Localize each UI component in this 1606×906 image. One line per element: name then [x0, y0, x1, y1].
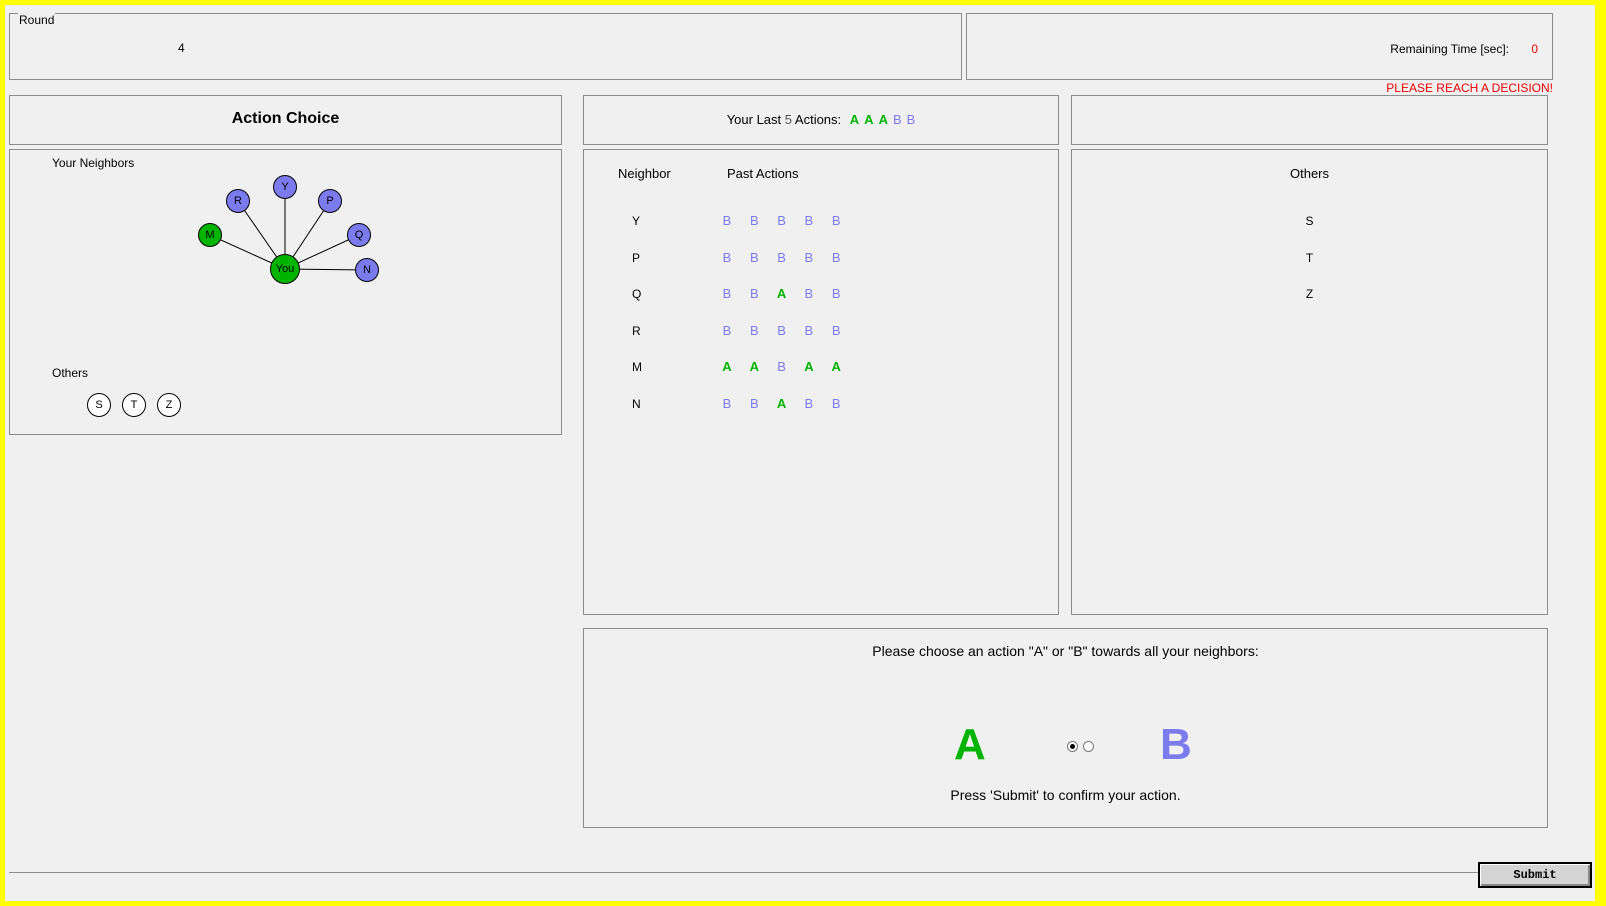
history-action: A [831, 359, 841, 374]
history-action: B [804, 286, 814, 301]
history-col-neighbor: Neighbor [618, 166, 671, 181]
history-neighbor-name: N [632, 396, 641, 411]
history-action: B [777, 249, 786, 265]
history-neighbor-name: Q [632, 287, 642, 301]
remaining-time-label: Remaining Time [sec]: [1390, 42, 1509, 56]
history-action: B [831, 322, 841, 338]
history-action: B [749, 249, 759, 265]
history-action: A [804, 359, 814, 374]
history-action: B [722, 395, 732, 411]
history-action: A [749, 359, 759, 374]
history-action: B [804, 249, 814, 265]
last-actions-line: Your Last 5 Actions: AAABB [584, 112, 1058, 127]
choice-panel: Please choose an action "A" or "B" towar… [583, 628, 1548, 828]
last-action-item: B [906, 112, 916, 127]
option-b-label: B [1160, 720, 1192, 769]
history-action: B [777, 213, 786, 228]
time-panel: Remaining Time [sec]: 0 [966, 13, 1553, 80]
history-action: B [777, 359, 786, 374]
round-panel: Round 4 [9, 13, 962, 80]
others-list-item: Z [1305, 287, 1314, 301]
other-node-s: S [87, 393, 111, 417]
history-action: A [722, 359, 732, 374]
history-neighbor-name: Y [632, 214, 641, 228]
round-label: Round [18, 13, 56, 27]
others-label: Others [52, 366, 89, 380]
last-action-item: B [892, 112, 902, 127]
you-node: You [270, 254, 300, 284]
history-action: B [722, 286, 732, 301]
history-action: B [749, 395, 759, 411]
last-actions-header: Your Last 5 Actions: AAABB [583, 95, 1059, 145]
history-action: B [831, 213, 841, 228]
history-action: B [804, 213, 814, 228]
last-action-item: A [864, 112, 874, 127]
history-action: B [722, 249, 732, 265]
last-actions-prefix: Your Last [726, 112, 782, 127]
confirm-hint: Press 'Submit' to confirm your action. [950, 787, 1181, 803]
history-panel: Neighbor Past Actions Y B B B B B P B B B B B Q B B A B B… [583, 149, 1059, 615]
neighbor-node-r: R [226, 189, 250, 213]
option-a-radio[interactable] [1067, 741, 1078, 752]
round-value: 4 [178, 41, 185, 55]
history-neighbor-name: P [632, 250, 641, 265]
last-actions-list: AAABB [845, 112, 916, 127]
option-b-radio[interactable] [1083, 741, 1094, 752]
right-header-panel [1071, 95, 1548, 145]
neighbor-node-q: Q [347, 223, 371, 247]
others-panel-title: Others [1289, 166, 1329, 181]
neighbor-node-y: Y [273, 175, 297, 199]
option-a-label: A [954, 720, 986, 769]
other-node-z: Z [157, 393, 181, 417]
history-action: B [831, 395, 841, 411]
history-action: B [804, 395, 814, 411]
history-action: B [831, 286, 841, 301]
history-action: B [749, 213, 759, 228]
submit-button[interactable]: Submit [1478, 862, 1592, 888]
neighbor-node-p: P [318, 189, 342, 213]
history-action: B [831, 249, 841, 265]
history-action: A [776, 286, 787, 301]
other-node-t: T [122, 393, 146, 417]
action-choice-header: Action Choice [9, 95, 562, 145]
history-action: B [722, 322, 732, 338]
choice-prompt: Please choose an action "A" or "B" towar… [872, 643, 1259, 659]
history-action: B [749, 322, 759, 338]
neighbor-node-n: N [355, 258, 379, 282]
others-list-item: S [1305, 214, 1314, 228]
others-list-item: T [1305, 250, 1314, 265]
neighbor-node-m: M [198, 223, 222, 247]
graph-panel: Your Neighbors R Y P M Q N You Others STZ [9, 149, 562, 435]
action-choice-title: Action Choice [231, 110, 340, 127]
last-actions-suffix: Actions: [794, 112, 842, 127]
history-action: B [722, 213, 732, 228]
bottom-frame [9, 872, 1553, 873]
last-action-item: A [849, 112, 860, 127]
app-window: Round 4 Remaining Time [sec]: 0 PLEASE R… [5, 5, 1595, 901]
history-action: A [776, 395, 787, 411]
history-neighbor-name: R [632, 323, 641, 338]
history-col-past: Past Actions [727, 166, 799, 181]
last-actions-count: 5 [784, 112, 792, 127]
last-action-item: A [878, 112, 888, 127]
remaining-time-value: 0 [1531, 42, 1538, 56]
decision-warning: PLEASE REACH A DECISION! [1386, 81, 1553, 95]
others-panel: Others S T Z [1071, 149, 1548, 615]
history-action: B [804, 322, 814, 338]
history-action: B [749, 286, 759, 301]
history-neighbor-name: M [632, 360, 642, 374]
history-action: B [777, 322, 786, 338]
